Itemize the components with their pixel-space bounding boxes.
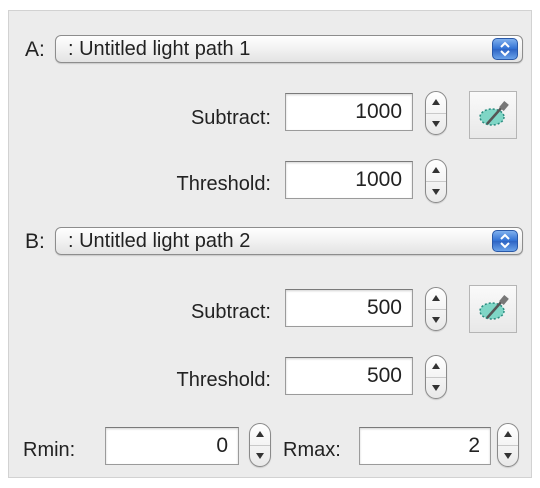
subtract-b-label: Subtract: bbox=[190, 301, 271, 323]
subtract-b-field[interactable]: 500 bbox=[285, 289, 413, 327]
light-path-b-value: : Untitled light path 2 bbox=[68, 230, 251, 252]
rmax-label: Rmax: bbox=[283, 439, 341, 461]
stepper-down-icon[interactable] bbox=[498, 445, 518, 467]
threshold-a-stepper[interactable] bbox=[425, 159, 447, 203]
light-path-panel: A: : Untitled light path 1 Subtract: 100… bbox=[8, 10, 532, 478]
up-down-chevron-icon bbox=[492, 38, 518, 60]
threshold-b-field[interactable]: 500 bbox=[285, 357, 413, 395]
stepper-down-icon[interactable] bbox=[426, 181, 446, 203]
light-path-a-value: : Untitled light path 1 bbox=[68, 38, 251, 60]
stepper-down-icon[interactable] bbox=[426, 377, 446, 399]
subtract-b-stepper[interactable] bbox=[425, 287, 447, 331]
stepper-up-icon[interactable] bbox=[426, 288, 446, 309]
rmax-stepper[interactable] bbox=[497, 423, 519, 467]
stepper-down-icon[interactable] bbox=[426, 309, 446, 331]
threshold-b-stepper[interactable] bbox=[425, 355, 447, 399]
eyedropper-icon bbox=[479, 295, 509, 320]
section-a-label: A: bbox=[25, 38, 45, 61]
subtract-a-stepper[interactable] bbox=[425, 91, 447, 135]
stepper-down-icon[interactable] bbox=[426, 113, 446, 135]
stepper-up-icon[interactable] bbox=[426, 160, 446, 181]
light-path-b-popup[interactable]: : Untitled light path 2 bbox=[55, 227, 523, 255]
rmin-field[interactable]: 0 bbox=[105, 427, 239, 465]
threshold-b-label: Threshold: bbox=[176, 369, 272, 391]
rmin-label: Rmin: bbox=[23, 439, 76, 461]
stepper-up-icon[interactable] bbox=[426, 92, 446, 113]
eyedropper-b-button[interactable] bbox=[469, 285, 517, 333]
section-b-label: B: bbox=[25, 230, 45, 253]
rmin-stepper[interactable] bbox=[249, 423, 271, 467]
stepper-up-icon[interactable] bbox=[426, 356, 446, 377]
stepper-up-icon[interactable] bbox=[250, 424, 270, 445]
stepper-up-icon[interactable] bbox=[498, 424, 518, 445]
stepper-down-icon[interactable] bbox=[250, 445, 270, 467]
threshold-a-field[interactable]: 1000 bbox=[285, 161, 413, 199]
threshold-a-label: Threshold: bbox=[176, 173, 272, 195]
light-path-a-popup[interactable]: : Untitled light path 1 bbox=[55, 35, 523, 63]
eyedropper-a-button[interactable] bbox=[469, 91, 517, 139]
subtract-a-label: Subtract: bbox=[190, 107, 271, 129]
subtract-a-field[interactable]: 1000 bbox=[285, 93, 413, 131]
up-down-chevron-icon bbox=[492, 230, 518, 252]
rmax-field[interactable]: 2 bbox=[359, 427, 491, 465]
eyedropper-icon bbox=[479, 101, 509, 126]
